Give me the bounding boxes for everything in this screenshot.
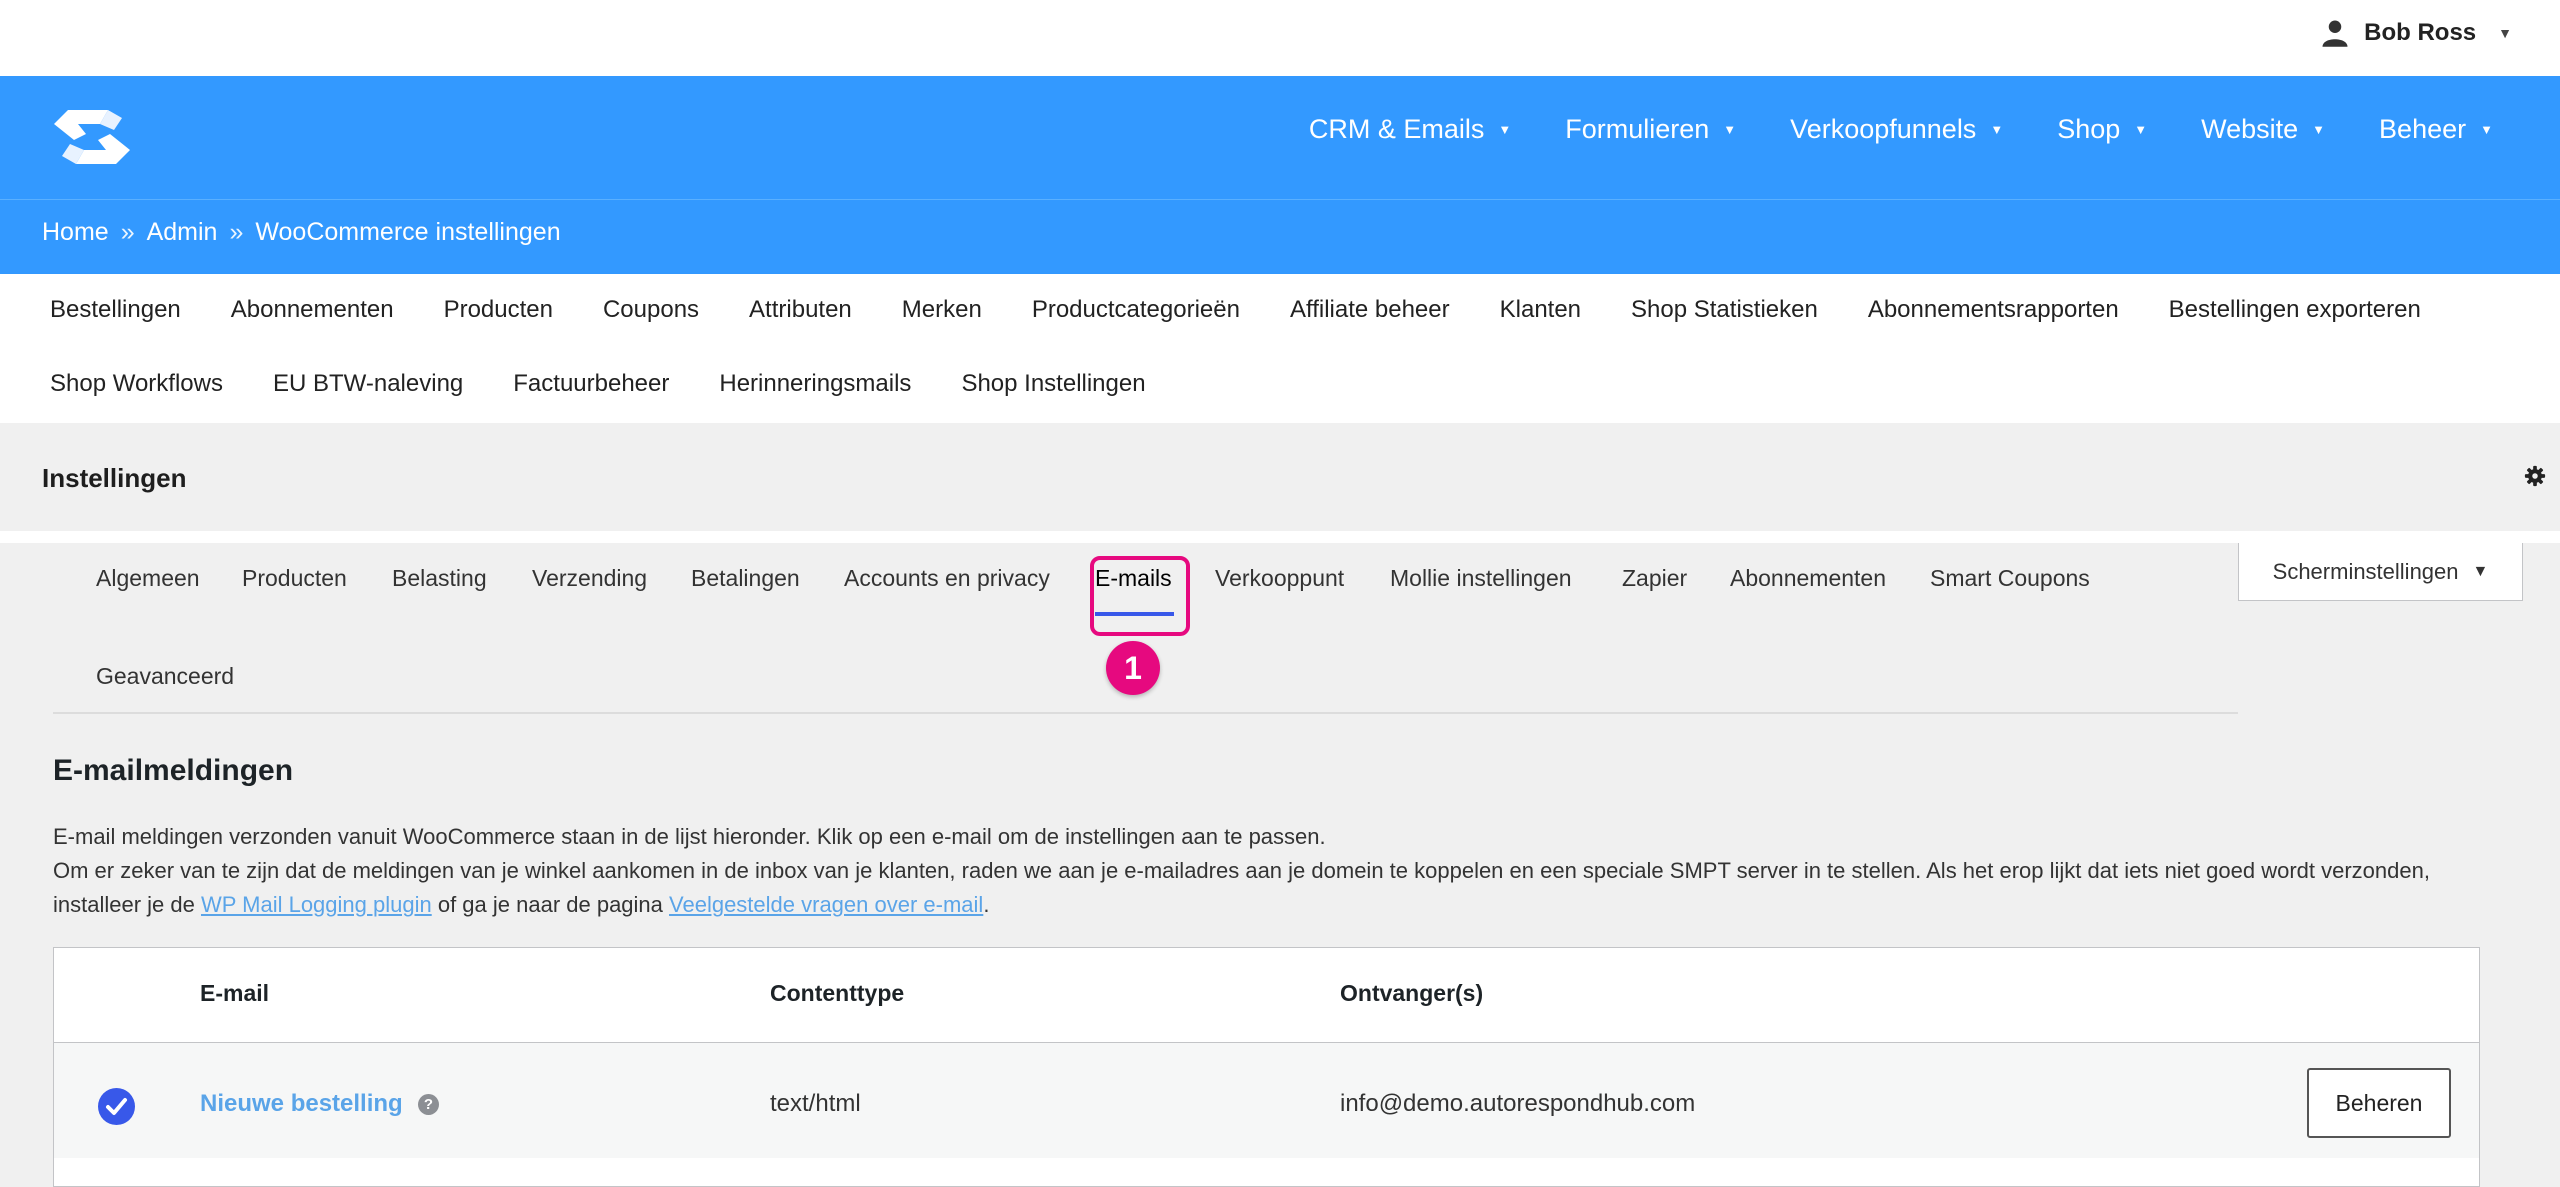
chevron-down-icon: ▼	[2498, 25, 2512, 41]
tab-mollie-instellingen[interactable]: Mollie instellingen	[1390, 565, 1572, 592]
nav-label: Shop	[2057, 114, 2121, 144]
nav-label: CRM & Emails	[1308, 114, 1485, 144]
submenu-item-klanten[interactable]: Klanten	[1500, 296, 1581, 324]
tab-smart-coupons[interactable]: Smart Coupons	[1930, 565, 2090, 592]
enabled-check-icon	[98, 1088, 135, 1125]
nav-label: Beheer	[2379, 114, 2467, 144]
breadcrumb-admin[interactable]: Admin	[147, 218, 218, 247]
nav-label: Verkoopfunnels	[1790, 114, 1977, 144]
submenu-item-abonnementsrapporten[interactable]: Abonnementsrapporten	[1868, 296, 2119, 324]
main-nav: CRM & Emails ▼ Formulieren ▼ Verkoopfunnel…	[1282, 114, 2520, 145]
section-description: E-mail meldingen verzonden vanuit WooCom…	[53, 820, 2473, 922]
tab-algemeen[interactable]: Algemeen	[96, 565, 200, 592]
submenu-item-bestellingen-exporteren[interactable]: Bestellingen exporteren	[2169, 296, 2421, 324]
email-faq-link[interactable]: Veelgestelde vragen over e-mail	[669, 892, 983, 917]
autorespond-logo[interactable]	[48, 106, 136, 173]
tabs-divider	[53, 712, 2238, 714]
chevron-down-icon: ▼	[1723, 122, 1737, 137]
breadcrumb-home[interactable]: Home	[42, 218, 109, 247]
gear-icon[interactable]	[2524, 465, 2546, 492]
email-name-link[interactable]: Nieuwe bestelling	[200, 1090, 403, 1118]
section-title: E-mailmeldingen	[53, 754, 294, 787]
submenu-item-affiliate-beheer[interactable]: Affiliate beheer	[1290, 296, 1450, 324]
chevron-down-icon: ▼	[2480, 122, 2493, 137]
manage-button[interactable]: Beheren	[2307, 1068, 2451, 1138]
content-type-value: text/html	[770, 1090, 861, 1117]
nav-beheer[interactable]: Beheer ▼	[2352, 114, 2520, 145]
description-text: of ga je naar de pagina	[431, 892, 670, 917]
breadcrumb-separator: »	[120, 218, 135, 246]
submenu-item-productcategorieen[interactable]: Productcategorieën	[1032, 296, 1240, 324]
email-notifications-table: E-mail Contenttype Ontvanger(s) Nieuwe b…	[53, 947, 2480, 1187]
user-name: Bob Ross	[2364, 19, 2477, 46]
nav-shop[interactable]: Shop ▼	[2030, 114, 2174, 145]
tab-producten[interactable]: Producten	[242, 565, 347, 592]
tab-geavanceerd[interactable]: Geavanceerd	[96, 663, 234, 690]
wp-mail-logging-link[interactable]: WP Mail Logging plugin	[201, 892, 432, 917]
chevron-down-icon: ▼	[2134, 122, 2148, 137]
tab-accounts-privacy[interactable]: Accounts en privacy	[844, 565, 1050, 592]
submenu-item-merken[interactable]: Merken	[902, 296, 982, 324]
breadcrumb-separator: »	[229, 218, 244, 246]
nav-label: Formulieren	[1565, 114, 1710, 144]
nav-verkoopfunnels[interactable]: Verkoopfunnels ▼	[1763, 114, 2030, 145]
divider	[0, 531, 2560, 543]
submenu-item-abonnementen[interactable]: Abonnementen	[231, 296, 394, 324]
tab-belasting[interactable]: Belasting	[392, 565, 487, 592]
chevron-down-icon: ▼	[1990, 122, 2004, 137]
description-line-1: E-mail meldingen verzonden vanuit WooCom…	[53, 824, 1326, 849]
tab-verkooppunt[interactable]: Verkooppunt	[1215, 565, 1344, 592]
chevron-down-icon: ▼	[2312, 122, 2326, 137]
submenu-item-coupons[interactable]: Coupons	[603, 296, 699, 324]
submenu-item-bestellingen[interactable]: Bestellingen	[50, 296, 181, 324]
recipient-value: info@demo.autorespondhub.com	[1340, 1090, 1696, 1117]
nav-website[interactable]: Website ▼	[2174, 114, 2352, 145]
submenu-item-factuurbeheer[interactable]: Factuurbeheer	[513, 370, 669, 398]
submenu-item-shop-statistieken[interactable]: Shop Statistieken	[1631, 296, 1818, 324]
breadcrumb: Home » Admin » WooCommerce instellingen	[0, 199, 2560, 274]
settings-bar: Instellingen	[0, 423, 2560, 531]
annotation-badge: 1	[1106, 641, 1160, 695]
submenu-item-shop-instellingen[interactable]: Shop Instellingen	[961, 370, 1145, 398]
caret-down-icon: ▼	[2472, 562, 2489, 580]
chevron-down-icon: ▼	[1498, 122, 1512, 137]
nav-crm-emails[interactable]: CRM & Emails ▼	[1282, 114, 1538, 145]
help-icon[interactable]: ?	[418, 1094, 439, 1115]
description-line-2: Om er zeker van te zijn dat de meldingen…	[53, 854, 2473, 922]
submenu-item-eu-btw[interactable]: EU BTW-naleving	[273, 370, 463, 398]
top-user-bar: Bob Ross ▼	[0, 0, 2560, 76]
column-header-contenttype: Contenttype	[770, 980, 905, 1006]
user-menu[interactable]: Bob Ross ▼	[2320, 18, 2512, 48]
screen-options-label: Scherminstellingen	[2272, 558, 2459, 584]
screen-options-button[interactable]: Scherminstellingen ▼	[2238, 543, 2523, 601]
annotation-highlight	[1090, 556, 1190, 636]
submenu-item-attributen[interactable]: Attributen	[749, 296, 852, 324]
submenu-item-producten[interactable]: Producten	[444, 296, 553, 324]
tab-verzending[interactable]: Verzending	[532, 565, 647, 592]
submenu-item-shop-workflows[interactable]: Shop Workflows	[50, 370, 223, 398]
description-text: .	[983, 892, 990, 917]
column-header-email: E-mail	[200, 980, 270, 1006]
submenu-row-2: Shop Workflows EU BTW-naleving Factuurbe…	[50, 370, 1146, 398]
submenu-item-herinneringsmails[interactable]: Herinneringsmails	[719, 370, 911, 398]
user-icon	[2322, 20, 2348, 47]
nav-formulieren[interactable]: Formulieren ▼	[1538, 114, 1763, 145]
nav-label: Website	[2201, 114, 2299, 144]
submenu-row-1: Bestellingen Abonnementen Producten Coup…	[50, 296, 2421, 324]
page-title: Instellingen	[42, 463, 187, 493]
tab-abonnementen[interactable]: Abonnementen	[1730, 565, 1886, 592]
tab-zapier[interactable]: Zapier	[1622, 565, 1687, 592]
column-header-recipients: Ontvanger(s)	[1340, 980, 1484, 1006]
shop-submenu: Bestellingen Abonnementen Producten Coup…	[0, 274, 2560, 423]
main-header: CRM & Emails ▼ Formulieren ▼ Verkoopfunnel…	[0, 76, 2560, 199]
tab-betalingen[interactable]: Betalingen	[691, 565, 800, 592]
breadcrumb-current: WooCommerce instellingen	[255, 218, 561, 246]
